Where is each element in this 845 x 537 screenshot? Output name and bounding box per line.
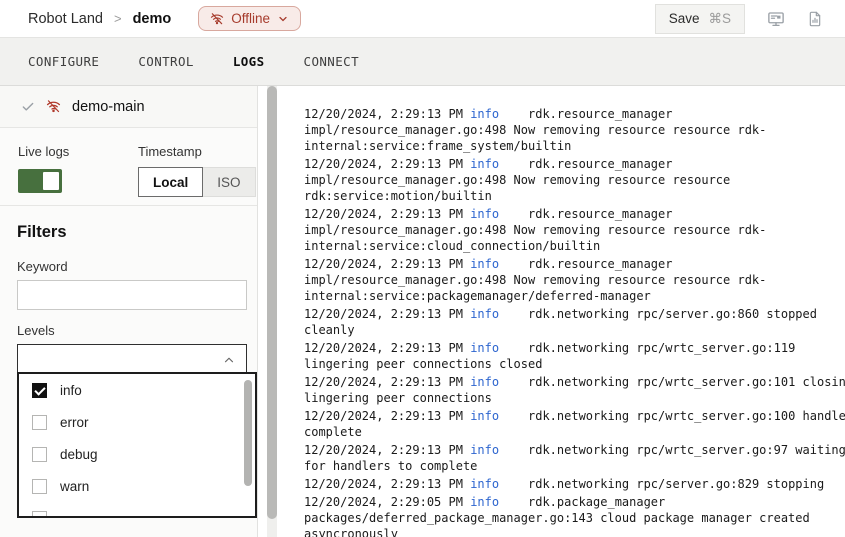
top-bar: Robot Land > demo Offline Save ⌘S — [0, 0, 845, 38]
level-option-error[interactable]: error — [19, 406, 255, 438]
log-timestamp: 12/20/2024, 2:29:13 PM — [304, 157, 463, 171]
levels-select[interactable] — [17, 344, 247, 374]
breadcrumb-location[interactable]: Robot Land — [28, 11, 103, 27]
log-timestamp: 12/20/2024, 2:29:13 PM — [304, 409, 463, 423]
level-option-label: info — [60, 383, 82, 398]
timestamp-format-segmented: LocalISO — [138, 167, 256, 197]
wifi-off-icon — [210, 12, 224, 26]
topbar-actions: Save ⌘S — [655, 4, 823, 34]
tab-bar: CONFIGURE CONTROL LOGS CONNECT — [0, 38, 845, 86]
log-level[interactable]: info — [470, 107, 499, 121]
checkbox-warn[interactable] — [32, 479, 47, 494]
filters-title: Filters — [17, 223, 240, 242]
level-option-warn[interactable]: warn — [19, 470, 255, 502]
log-timestamp: 12/20/2024, 2:29:13 PM — [304, 477, 463, 491]
timestamp-label: Timestamp — [138, 144, 256, 159]
log-panel: 12/20/2024, 2:29:13 PM info rdk.resource… — [304, 86, 845, 537]
log-entry: 12/20/2024, 2:29:05 PM info rdk.package_… — [304, 494, 845, 537]
log-timestamp: 12/20/2024, 2:29:05 PM — [304, 495, 463, 509]
breadcrumb: Robot Land > demo Offline — [28, 6, 301, 31]
tab-control[interactable]: CONTROL — [138, 54, 193, 69]
wifi-off-icon — [46, 99, 61, 114]
filters-section: Filters Keyword Levels — [0, 206, 257, 391]
save-button-label: Save — [669, 11, 700, 26]
log-entry: 12/20/2024, 2:29:13 PM info rdk.networki… — [304, 306, 845, 338]
log-controls: Live logs Timestamp LocalISO — [0, 128, 257, 206]
status-badge-label: Offline — [231, 11, 270, 26]
log-entry: 12/20/2024, 2:29:13 PM info rdk.resource… — [304, 206, 845, 254]
log-timestamp: 12/20/2024, 2:29:13 PM — [304, 307, 463, 321]
level-option-label: warn — [60, 479, 89, 494]
log-entry: 12/20/2024, 2:29:13 PM info rdk.networki… — [304, 476, 845, 492]
log-entry: 12/20/2024, 2:29:13 PM info rdk.networki… — [304, 408, 845, 440]
timestamp-iso-button[interactable]: ISO — [202, 167, 255, 197]
tab-configure[interactable]: CONFIGURE — [28, 54, 99, 69]
check-icon — [21, 100, 35, 114]
log-level[interactable]: info — [470, 307, 499, 321]
log-level[interactable]: info — [470, 443, 499, 457]
live-logs-toggle[interactable] — [18, 169, 62, 193]
keyword-input[interactable] — [17, 280, 247, 310]
level-option-debug[interactable]: debug — [19, 438, 255, 470]
log-entry: 12/20/2024, 2:29:13 PM info rdk.networki… — [304, 374, 845, 406]
checkbox-error[interactable] — [32, 415, 47, 430]
levels-label: Levels — [17, 323, 240, 338]
log-level[interactable]: info — [470, 409, 499, 423]
level-option-label: debug — [60, 447, 98, 462]
level-option-info[interactable]: info — [19, 374, 255, 406]
checkbox-partial[interactable] — [32, 511, 47, 519]
save-button[interactable]: Save ⌘S — [655, 4, 745, 34]
save-shortcut: ⌘S — [708, 11, 731, 27]
main-scrollbar-thumb[interactable] — [267, 86, 277, 519]
log-entry: 12/20/2024, 2:29:13 PM info rdk.networki… — [304, 442, 845, 474]
tab-logs[interactable]: LOGS — [233, 54, 265, 69]
breadcrumb-machine: demo — [133, 11, 172, 27]
log-entry: 12/20/2024, 2:29:13 PM info rdk.resource… — [304, 156, 845, 204]
toggle-knob — [43, 172, 59, 190]
monitor-icon[interactable] — [767, 10, 785, 28]
chevron-down-icon — [277, 13, 289, 25]
breadcrumb-separator-icon: > — [114, 11, 122, 26]
machine-part-row[interactable]: demo-main — [0, 86, 257, 128]
levels-dropdown: info error debug warn — [17, 372, 257, 518]
log-level[interactable]: info — [470, 257, 499, 271]
log-timestamp: 12/20/2024, 2:29:13 PM — [304, 443, 463, 457]
log-entry: 12/20/2024, 2:29:13 PM info rdk.networki… — [304, 340, 845, 372]
log-timestamp: 12/20/2024, 2:29:13 PM — [304, 341, 463, 355]
checkbox-info[interactable] — [32, 383, 47, 398]
level-option-label: error — [60, 415, 89, 430]
log-level[interactable]: info — [470, 477, 499, 491]
keyword-label: Keyword — [17, 259, 240, 274]
log-entry: 12/20/2024, 2:29:13 PM info rdk.resource… — [304, 256, 845, 304]
log-level[interactable]: info — [470, 495, 499, 509]
log-level[interactable]: info — [470, 341, 499, 355]
level-option-partial[interactable] — [19, 502, 255, 518]
log-level[interactable]: info — [470, 207, 499, 221]
main-scrollbar[interactable] — [267, 86, 277, 537]
live-logs-label: Live logs — [18, 144, 69, 159]
machine-part-name: demo-main — [72, 99, 145, 115]
log-timestamp: 12/20/2024, 2:29:13 PM — [304, 375, 463, 389]
log-timestamp: 12/20/2024, 2:29:13 PM — [304, 107, 463, 121]
log-entry: 12/20/2024, 2:29:13 PM info rdk.resource… — [304, 106, 845, 154]
tab-connect[interactable]: CONNECT — [304, 54, 359, 69]
timestamp-local-button[interactable]: Local — [138, 167, 203, 197]
report-file-icon[interactable] — [807, 10, 823, 28]
log-level[interactable]: info — [470, 157, 499, 171]
log-timestamp: 12/20/2024, 2:29:13 PM — [304, 207, 463, 221]
log-level[interactable]: info — [470, 375, 499, 389]
status-badge[interactable]: Offline — [198, 6, 301, 31]
log-timestamp: 12/20/2024, 2:29:13 PM — [304, 257, 463, 271]
checkbox-debug[interactable] — [32, 447, 47, 462]
dropdown-scrollbar[interactable] — [244, 380, 252, 486]
